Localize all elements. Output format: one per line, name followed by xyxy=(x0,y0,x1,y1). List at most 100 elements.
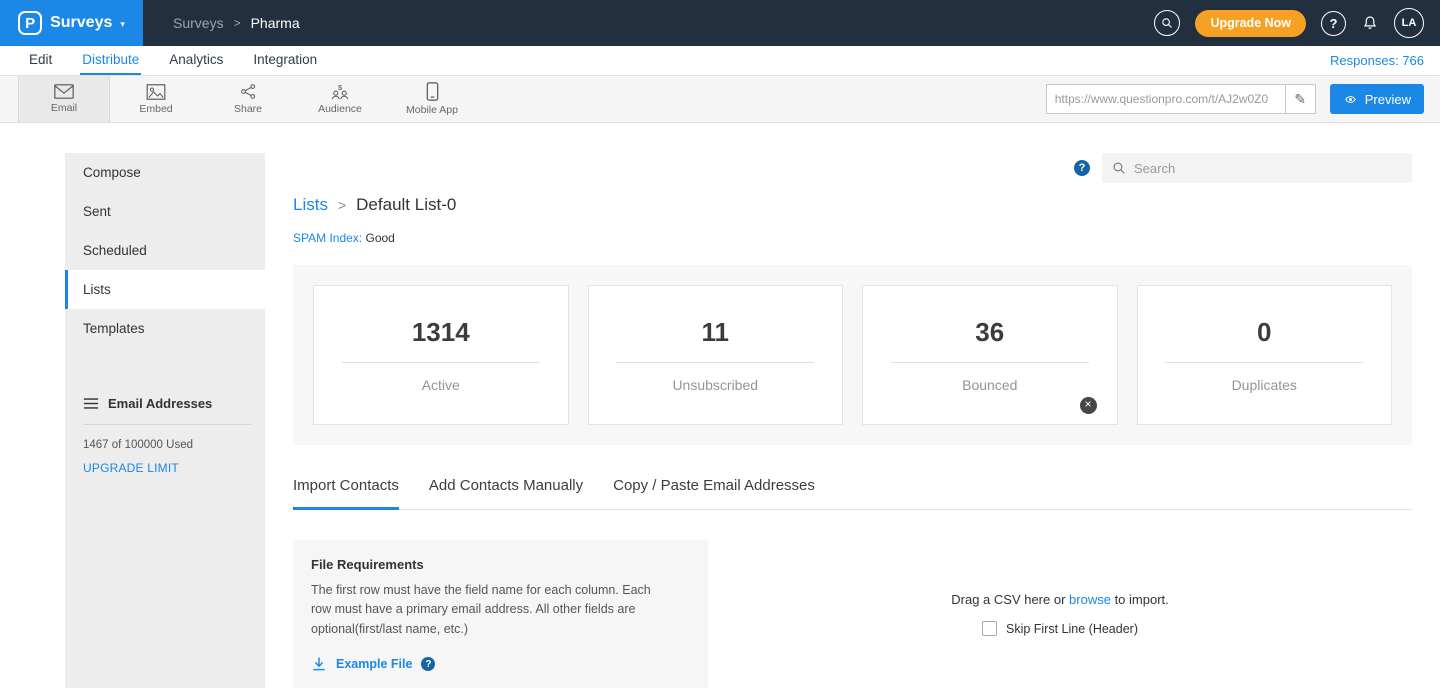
tab-edit[interactable]: Edit xyxy=(27,46,54,75)
file-requirements-title: File Requirements xyxy=(311,557,690,572)
tab-import-contacts[interactable]: Import Contacts xyxy=(293,477,399,510)
divider xyxy=(1165,362,1363,363)
breadcrumb-current-survey: Pharma xyxy=(251,15,300,31)
lists-main-panel: ? Lists > Default List-0 SPAM Index: Goo… xyxy=(265,123,1440,688)
stat-card-duplicates[interactable]: 0 Duplicates xyxy=(1137,285,1393,425)
toolbar-item-audience[interactable]: $ Audience xyxy=(294,76,386,122)
usage-text: 1467 of 100000 Used xyxy=(83,439,265,451)
example-file-help-icon[interactable]: ? xyxy=(421,657,435,671)
help-icon[interactable]: ? xyxy=(1074,160,1090,176)
lists-link[interactable]: Lists xyxy=(293,195,328,215)
file-requirements-box: File Requirements The first row must hav… xyxy=(293,540,708,688)
contacts-search-box[interactable] xyxy=(1102,153,1412,183)
product-name: Surveys xyxy=(50,14,112,32)
drag-text-before: Drag a CSV here or xyxy=(951,592,1069,607)
notifications-bell-icon[interactable] xyxy=(1361,14,1379,32)
tab-analytics[interactable]: Analytics xyxy=(167,46,225,75)
toolbar-item-label: Embed xyxy=(139,103,172,115)
email-addresses-section: Email Addresses 1467 of 100000 Used UPGR… xyxy=(65,396,265,475)
toolbar-item-email[interactable]: Email xyxy=(18,76,110,122)
spam-index-value: Good xyxy=(365,231,394,245)
tab-add-contacts-manually[interactable]: Add Contacts Manually xyxy=(429,477,583,510)
toolbar-item-mobile-app[interactable]: Mobile App xyxy=(386,76,478,122)
sidebar-item-scheduled[interactable]: Scheduled xyxy=(65,231,265,270)
skip-first-line-checkbox[interactable] xyxy=(982,621,997,636)
distribute-toolbar: Email Embed Share $ Audience xyxy=(0,76,1440,123)
stat-label: Active xyxy=(422,377,460,393)
contacts-tabs: Import Contacts Add Contacts Manually Co… xyxy=(293,477,1412,510)
preview-label: Preview xyxy=(1365,92,1411,107)
sidebar-item-lists[interactable]: Lists xyxy=(65,270,265,309)
help-icon[interactable]: ? xyxy=(1321,11,1346,36)
stat-card-active[interactable]: 1314 Active xyxy=(313,285,569,425)
toolbar-item-label: Audience xyxy=(318,103,362,115)
search-input[interactable] xyxy=(1134,161,1402,176)
upgrade-limit-link[interactable]: UPGRADE LIMIT xyxy=(83,461,265,475)
example-file-link[interactable]: Example File ? xyxy=(311,656,690,672)
stat-value: 36 xyxy=(975,317,1004,348)
toolbar-item-label: Share xyxy=(234,103,262,115)
divider xyxy=(616,362,814,363)
breadcrumb-separator: > xyxy=(338,197,346,213)
breadcrumb-separator: > xyxy=(234,16,241,30)
divider xyxy=(891,362,1089,363)
drag-csv-text: Drag a CSV here or browse to import. xyxy=(951,592,1169,607)
survey-url-input[interactable] xyxy=(1047,85,1285,113)
stat-value: 1314 xyxy=(412,317,470,348)
tab-integration[interactable]: Integration xyxy=(251,46,319,75)
file-requirements-body: The first row must have the field name f… xyxy=(311,581,673,639)
main-top-row: ? xyxy=(293,153,1412,183)
content-area: Compose Sent Scheduled Lists Templates E… xyxy=(0,123,1440,688)
upgrade-now-button[interactable]: Upgrade Now xyxy=(1195,10,1306,37)
toolbar-item-label: Mobile App xyxy=(406,104,458,116)
sidebar-item-sent[interactable]: Sent xyxy=(65,192,265,231)
email-addresses-label: Email Addresses xyxy=(108,396,212,411)
magnifier-glyph xyxy=(1161,17,1173,29)
toolbar-item-share[interactable]: Share xyxy=(202,76,294,122)
eye-icon xyxy=(1343,94,1358,105)
list-stats-panel: 1314 Active 11 Unsubscribed 36 Bounced ×… xyxy=(293,265,1412,445)
share-icon xyxy=(240,83,257,100)
browse-link[interactable]: browse xyxy=(1069,592,1111,607)
mobile-app-icon xyxy=(426,82,439,101)
email-addresses-header: Email Addresses xyxy=(83,396,265,411)
audience-icon: $ xyxy=(329,83,351,100)
toolbar-item-embed[interactable]: Embed xyxy=(110,76,202,122)
divider xyxy=(342,362,540,363)
list-icon xyxy=(83,397,99,410)
tab-distribute[interactable]: Distribute xyxy=(80,46,141,75)
preview-button[interactable]: Preview xyxy=(1330,84,1424,114)
product-switcher[interactable]: P Surveys ▾ xyxy=(0,0,143,46)
clear-bounced-icon[interactable]: × xyxy=(1080,397,1097,414)
stat-value: 0 xyxy=(1257,317,1271,348)
stat-card-bounced[interactable]: 36 Bounced × xyxy=(862,285,1118,425)
divider xyxy=(83,424,251,425)
edit-url-pencil-icon[interactable]: ✎ xyxy=(1285,85,1315,113)
topbar: P Surveys ▾ Surveys > Pharma Upgrade Now… xyxy=(0,0,1440,46)
stat-card-unsubscribed[interactable]: 11 Unsubscribed xyxy=(588,285,844,425)
svg-text:$: $ xyxy=(338,83,343,92)
sidebar-item-compose[interactable]: Compose xyxy=(65,153,265,192)
topbar-breadcrumb: Surveys > Pharma xyxy=(173,15,300,31)
spam-index-row: SPAM Index: Good xyxy=(293,231,1412,245)
search-icon[interactable] xyxy=(1154,10,1180,36)
tab-copy-paste-emails[interactable]: Copy / Paste Email Addresses xyxy=(613,477,815,510)
survey-nav: Edit Distribute Analytics Integration Re… xyxy=(0,46,1440,76)
stat-value: 11 xyxy=(702,317,730,348)
responses-count[interactable]: Responses: 766 xyxy=(1330,46,1440,75)
csv-dropzone[interactable]: Drag a CSV here or browse to import. Ski… xyxy=(708,540,1412,688)
spam-index-label[interactable]: SPAM Index: xyxy=(293,231,362,245)
embed-icon xyxy=(146,84,166,100)
sidebar-item-templates[interactable]: Templates xyxy=(65,309,265,348)
download-icon xyxy=(311,656,327,672)
breadcrumb-surveys-link[interactable]: Surveys xyxy=(173,15,224,31)
topbar-actions: Upgrade Now ? LA xyxy=(1154,8,1440,38)
current-list-name: Default List-0 xyxy=(356,195,456,215)
stat-label: Bounced xyxy=(962,377,1017,393)
toolbar-item-label: Email xyxy=(51,102,77,114)
user-avatar[interactable]: LA xyxy=(1394,8,1424,38)
example-file-label: Example File xyxy=(336,657,412,671)
stat-label: Duplicates xyxy=(1232,377,1297,393)
skip-first-line-label: Skip First Line (Header) xyxy=(1006,622,1138,636)
questionpro-logo-icon: P xyxy=(18,11,42,35)
